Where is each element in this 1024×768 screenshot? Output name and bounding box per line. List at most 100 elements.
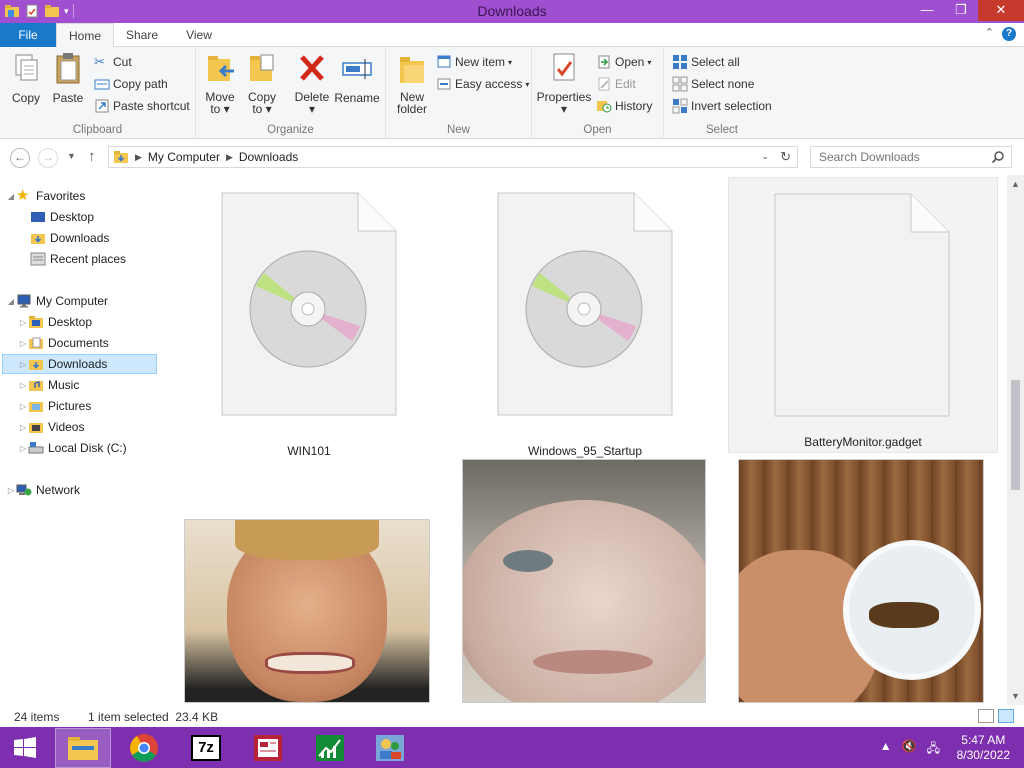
- nav-network[interactable]: ▷ Network: [6, 480, 164, 500]
- vertical-scrollbar[interactable]: ▲ ▼: [1007, 175, 1024, 705]
- back-button[interactable]: ←: [10, 148, 30, 168]
- taskbar-file-explorer[interactable]: [55, 728, 111, 768]
- easy-access-button[interactable]: Easy access ▾: [436, 74, 529, 94]
- volume-muted-icon[interactable]: 🔇: [902, 739, 917, 760]
- file-tile-selected[interactable]: BatteryMonitor.gadget: [728, 177, 998, 453]
- expand-arrow-icon[interactable]: ▷: [6, 486, 16, 495]
- nav-downloads[interactable]: ▷ Downloads: [2, 354, 157, 374]
- scroll-up-icon[interactable]: ▲: [1011, 179, 1020, 189]
- taskbar-7zip[interactable]: 7z: [178, 728, 234, 768]
- clipboard-group-label: Clipboard: [72, 124, 123, 136]
- search-icon[interactable]: [991, 150, 1005, 164]
- invert-selection-icon: [672, 98, 688, 114]
- breadcrumb-separator[interactable]: ▶: [135, 152, 142, 163]
- tab-file[interactable]: File: [0, 23, 56, 47]
- breadcrumb-separator[interactable]: ▶: [226, 152, 233, 163]
- expand-arrow-icon[interactable]: ▷: [18, 381, 28, 390]
- taskbar-chrome[interactable]: [116, 728, 172, 768]
- recent-locations-icon[interactable]: ▼: [67, 151, 76, 161]
- refresh-icon[interactable]: ↻: [780, 149, 791, 165]
- nav-pictures[interactable]: ▷ Pictures: [18, 396, 158, 416]
- paste-shortcut-button[interactable]: Paste shortcut: [94, 96, 190, 116]
- show-hidden-icons-icon[interactable]: ▲: [880, 739, 892, 760]
- expand-arrow-icon[interactable]: ▷: [18, 339, 28, 348]
- address-row: ← → ▼ ↑ ▶ My Computer ▶ Downloads ⌄ ↻: [0, 139, 1024, 175]
- large-icons-view-icon[interactable]: [998, 709, 1014, 723]
- clock-time: 5:47 AM: [961, 733, 1006, 747]
- expand-arrow-icon[interactable]: ▷: [18, 402, 28, 411]
- nav-documents[interactable]: ▷ Documents: [18, 333, 158, 353]
- nav-fav-desktop[interactable]: Desktop: [30, 207, 158, 227]
- address-dropdown-icon[interactable]: ⌄: [761, 151, 769, 162]
- nav-videos[interactable]: ▷ Videos: [18, 417, 158, 437]
- scroll-thumb[interactable]: [1011, 380, 1020, 490]
- nav-desktop[interactable]: ▷ Desktop: [18, 312, 158, 332]
- file-tile[interactable]: Windows_95_Startup: [480, 185, 690, 458]
- open-button[interactable]: Open ▾: [596, 52, 651, 72]
- taskbar-finance-app[interactable]: [302, 728, 358, 768]
- breadcrumb-downloads[interactable]: Downloads: [239, 150, 298, 164]
- nav-documents-label: Documents: [48, 336, 109, 350]
- forward-button[interactable]: →: [38, 148, 58, 168]
- select-none-icon: [672, 76, 688, 92]
- restore-button[interactable]: ❐: [944, 0, 978, 21]
- address-bar[interactable]: ▶ My Computer ▶ Downloads ⌄ ↻: [108, 146, 798, 168]
- copy-path-button[interactable]: Copy path: [94, 74, 168, 94]
- expand-arrow-icon[interactable]: ▷: [18, 444, 28, 453]
- nav-local-disk[interactable]: ▷ Local Disk (C:): [18, 438, 158, 458]
- nav-fav-downloads[interactable]: Downloads: [30, 228, 158, 248]
- expand-arrow-icon[interactable]: ▷: [18, 360, 28, 369]
- expand-arrow-icon[interactable]: ▷: [18, 423, 28, 432]
- nav-fav-recent[interactable]: Recent places: [30, 249, 158, 269]
- ribbon: Copy Paste ✂ Cut Copy path Paste shortcu…: [0, 47, 1024, 139]
- new-item-button[interactable]: New item ▾: [436, 52, 512, 72]
- edit-button[interactable]: Edit: [596, 74, 636, 94]
- rename-button[interactable]: Rename: [334, 51, 380, 105]
- minimize-button[interactable]: —: [910, 0, 944, 21]
- paste-button[interactable]: Paste: [48, 51, 88, 105]
- properties-button[interactable]: Properties ▾: [536, 51, 592, 115]
- clock[interactable]: 5:47 AM 8/30/2022: [957, 733, 1010, 763]
- folder-icon: [29, 316, 43, 328]
- taskbar-people-app[interactable]: [362, 728, 418, 768]
- history-button[interactable]: History: [596, 96, 652, 116]
- rename-icon: [342, 59, 372, 79]
- photo-thumbnail[interactable]: [462, 459, 706, 703]
- paste-icon: [56, 53, 80, 84]
- delete-button[interactable]: Delete ▾: [292, 51, 332, 115]
- search-box[interactable]: [810, 146, 1012, 168]
- close-button[interactable]: ✕: [978, 0, 1024, 21]
- nav-favorites[interactable]: ◢ ★ Favorites: [6, 186, 164, 206]
- open-group: Properties ▾ Open ▾ Edit History Open: [532, 47, 664, 139]
- start-button[interactable]: [0, 728, 50, 768]
- breadcrumb-my-computer[interactable]: My Computer: [148, 150, 220, 164]
- tab-home[interactable]: Home: [56, 23, 114, 48]
- copy-button[interactable]: Copy: [6, 51, 46, 105]
- nav-my-computer[interactable]: ◢ My Computer: [6, 291, 164, 311]
- collapse-arrow-icon[interactable]: ◢: [6, 192, 16, 201]
- file-tile[interactable]: WIN101: [204, 185, 414, 458]
- expand-arrow-icon[interactable]: ▷: [18, 318, 28, 327]
- tab-view[interactable]: View: [176, 23, 222, 47]
- up-button[interactable]: ↑: [88, 148, 96, 165]
- scroll-down-icon[interactable]: ▼: [1011, 691, 1020, 701]
- select-all-button[interactable]: Select all: [672, 52, 740, 72]
- search-input[interactable]: [811, 147, 981, 167]
- details-view-icon[interactable]: [978, 709, 994, 723]
- photo-thumbnail[interactable]: [738, 459, 984, 703]
- taskbar-news-app[interactable]: [240, 728, 296, 768]
- copy-to-button[interactable]: Copy to ▾: [244, 51, 280, 115]
- nav-fav-downloads-label: Downloads: [50, 231, 110, 245]
- collapse-arrow-icon[interactable]: ◢: [6, 297, 16, 306]
- collapse-ribbon-icon[interactable]: ⌃: [985, 26, 994, 39]
- new-folder-button[interactable]: New folder: [392, 51, 432, 115]
- select-none-button[interactable]: Select none: [672, 74, 754, 94]
- move-to-button[interactable]: Move to ▾: [202, 51, 238, 115]
- nav-music[interactable]: ▷ Music: [18, 375, 158, 395]
- network-tray-icon[interactable]: 🖧: [927, 739, 940, 760]
- tab-share[interactable]: Share: [118, 23, 166, 47]
- cut-button[interactable]: ✂ Cut: [94, 52, 132, 72]
- photo-thumbnail[interactable]: [184, 519, 430, 703]
- invert-selection-button[interactable]: Invert selection: [672, 96, 772, 116]
- help-icon[interactable]: ?: [1002, 27, 1016, 41]
